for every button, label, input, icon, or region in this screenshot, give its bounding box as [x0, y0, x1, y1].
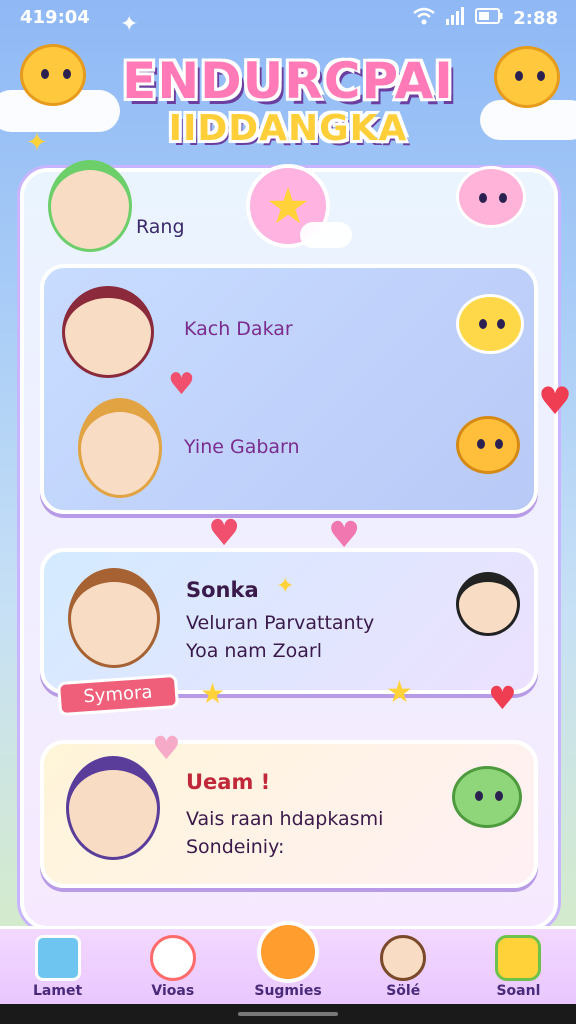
app-title: ENDURCPAI: [122, 52, 454, 110]
star-icon: ★: [386, 675, 413, 710]
heart-icon: ♥: [152, 729, 181, 767]
home-indicator[interactable]: [238, 1012, 338, 1016]
avatar-black-hair[interactable]: [456, 572, 520, 636]
sparkle-icon: ✦: [120, 12, 139, 37]
nav-label: Lamet: [33, 983, 83, 999]
card-title: Sonka: [186, 578, 259, 602]
star-icon: ★: [200, 677, 226, 710]
status-time-right: 2:88: [513, 8, 558, 29]
nav-item-vioas[interactable]: Vioas: [115, 929, 230, 1004]
sparkle-icon: ✦: [276, 574, 295, 599]
chat-bubble-icon: [257, 921, 319, 983]
sun-mascot-icon: [456, 294, 524, 354]
cloud-small: [300, 222, 352, 248]
nav-label: Vioas: [151, 983, 195, 999]
status-icons: 2:88: [413, 7, 558, 30]
heart-icon: ♥: [168, 367, 195, 402]
mascot-icon: [149, 935, 196, 981]
avatar-green-hair[interactable]: [48, 160, 132, 252]
list-item-title: Yine Gabarn: [184, 436, 300, 458]
card-line: Veluran Parvattanty: [186, 612, 375, 634]
pink-mascot-icon: [456, 166, 526, 228]
heart-icon: ♥: [538, 379, 573, 423]
nav-label: Sugmies: [254, 983, 322, 999]
heart-icon: ♥: [208, 513, 241, 554]
avatar-purple-hair[interactable]: [66, 756, 160, 860]
signal-icon: [445, 7, 465, 30]
avatar-blonde-hair[interactable]: [78, 398, 162, 498]
nav-item-lamet[interactable]: Lamet: [0, 929, 115, 1004]
status-time: 419:04: [20, 7, 90, 28]
house-icon: [34, 935, 81, 981]
fruit-icon: [495, 935, 542, 981]
nav-item-sole[interactable]: Sölé: [346, 929, 461, 1004]
list-item-title: Kach Dakar: [184, 318, 293, 340]
status-bar: 419:04 2:88: [0, 0, 576, 34]
nav-item-soanl[interactable]: Soanl: [461, 929, 576, 1004]
heart-icon: ♥: [488, 679, 517, 717]
bear-mascot-icon: [456, 416, 520, 474]
nav-label: Sölé: [386, 983, 421, 999]
green-mascot-icon: [452, 766, 522, 828]
nav-label: Soanl: [496, 983, 541, 999]
top-label: Rang: [136, 216, 185, 238]
wifi-icon: [413, 7, 435, 30]
nav-item-sugmies[interactable]: Sugmies: [230, 921, 345, 1004]
card-title: Ueam !: [186, 770, 271, 794]
battery-icon: [475, 8, 503, 29]
bottom-nav: Lamet Vioas Sugmies Sölé Soanl: [0, 921, 576, 1004]
card-line: Yoa nam Zoarl: [186, 640, 322, 662]
system-home-bar: [0, 1004, 576, 1024]
app-subtitle: IIDDANGKA: [168, 108, 408, 149]
avatar-brown-hair[interactable]: [68, 568, 160, 668]
character-icon: [380, 935, 427, 981]
card-line: Sondeiniy:: [186, 836, 285, 858]
avatar-red-hair[interactable]: [62, 286, 154, 378]
card-line: Vais raan hdapkasmi: [186, 808, 384, 830]
